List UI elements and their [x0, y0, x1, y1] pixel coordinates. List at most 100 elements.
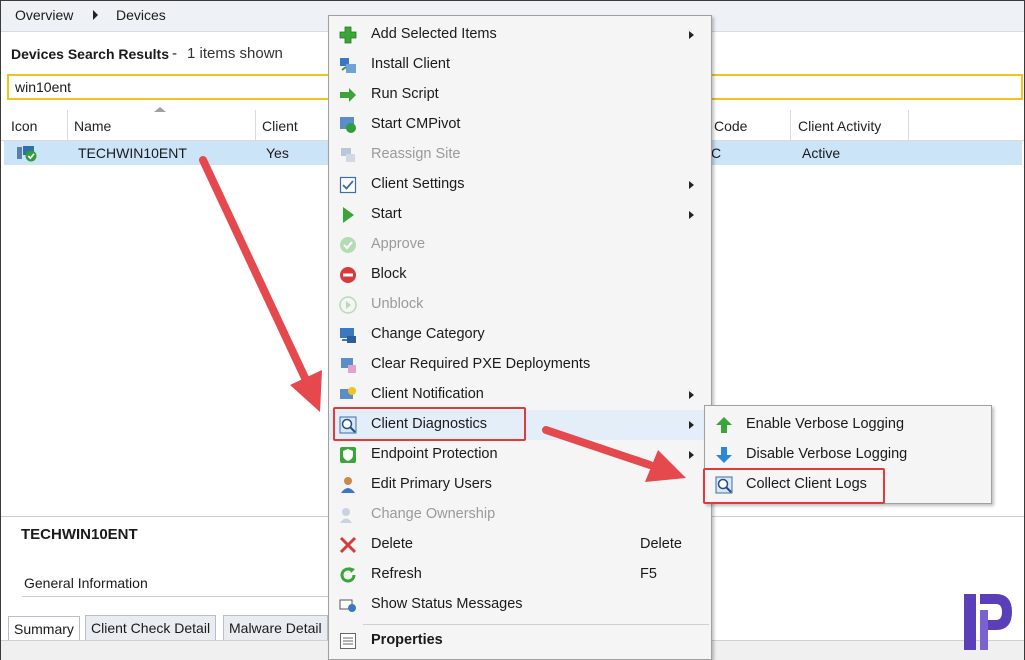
menu-item-label: Approve — [371, 236, 426, 252]
column-divider[interactable] — [255, 110, 256, 140]
delete-x-icon — [339, 536, 357, 554]
column-divider[interactable] — [790, 110, 791, 140]
breadcrumb-devices[interactable]: Devices — [116, 7, 166, 23]
properties-icon — [340, 633, 356, 649]
submenu-arrow-icon — [689, 391, 694, 399]
refresh-icon — [340, 567, 356, 583]
change-category-icon — [340, 328, 356, 343]
endpoint-protection-icon — [340, 447, 356, 463]
client-settings-icon — [339, 176, 357, 194]
cell-client: Yes — [266, 145, 289, 161]
menu-item-client-settings[interactable]: Client Settings — [329, 170, 709, 200]
results-title: Devices Search Results — [11, 46, 169, 62]
menu-item-endpoint-protection[interactable]: Endpoint Protection — [329, 440, 709, 470]
menu-item-label: Show Status Messages — [371, 596, 523, 612]
column-header-code[interactable]: Code — [714, 118, 747, 134]
submenu-arrow-icon — [689, 421, 694, 429]
menu-item-approve[interactable]: Approve — [329, 230, 709, 260]
column-header-client[interactable]: Client — [262, 118, 298, 134]
menu-item-delete[interactable]: Delete Delete — [329, 530, 709, 560]
context-menu: Add Selected Items Install Client Run Sc… — [328, 15, 712, 660]
unblock-icon — [339, 296, 357, 314]
menu-item-change-category[interactable]: Change Category — [329, 320, 709, 350]
menu-item-start-cmpivot[interactable]: Start CMPivot — [329, 110, 709, 140]
tab-client-check-detail[interactable]: Client Check Detail — [85, 615, 217, 640]
menu-shortcut: Delete — [640, 536, 682, 552]
menu-item-label: Properties — [371, 632, 443, 648]
device-client-icon — [17, 146, 37, 162]
menu-item-label: Enable Verbose Logging — [746, 416, 905, 432]
detail-title: TECHWIN10ENT — [21, 526, 138, 543]
client-notification-icon — [340, 387, 356, 399]
column-header-icon[interactable]: Icon — [11, 118, 37, 134]
menu-item-label: Disable Verbose Logging — [746, 446, 908, 462]
menu-item-label: Start CMPivot — [371, 116, 461, 132]
detail-section-heading: General Information — [24, 575, 148, 591]
tab-malware-detail[interactable]: Malware Detail — [223, 615, 328, 640]
breadcrumb-chevron-icon — [93, 10, 98, 20]
menu-item-change-ownership[interactable]: Change Ownership — [329, 500, 709, 530]
menu-item-client-notification[interactable]: Client Notification — [329, 380, 709, 410]
cell-client-activity: Active — [802, 145, 841, 161]
primary-users-icon — [341, 477, 355, 493]
column-header-client-activity[interactable]: Client Activity — [798, 118, 881, 134]
menu-item-label: Change Category — [371, 326, 485, 342]
menu-item-label: Client Notification — [371, 386, 484, 402]
submenu-arrow-icon — [689, 181, 694, 189]
menu-item-label: Block — [371, 266, 407, 282]
results-count: 1 items shown — [187, 45, 283, 62]
menu-item-label: Clear Required PXE Deployments — [371, 356, 591, 372]
submenu-item-disable-verbose-logging[interactable]: Disable Verbose Logging — [705, 440, 989, 470]
menu-item-label: Run Script — [371, 86, 439, 102]
start-play-icon — [343, 207, 354, 223]
submenu-arrow-icon — [689, 451, 694, 459]
menu-item-properties[interactable]: Properties — [329, 626, 709, 656]
column-header-name[interactable]: Name — [74, 118, 111, 134]
detail-section-line — [22, 596, 332, 597]
run-script-arrow-icon — [340, 88, 356, 102]
brand-logo — [964, 594, 1012, 650]
menu-item-refresh[interactable]: Refresh F5 — [329, 560, 709, 590]
menu-item-clear-pxe-deployments[interactable]: Clear Required PXE Deployments — [329, 350, 709, 380]
tab-summary[interactable]: Summary — [8, 616, 80, 642]
menu-item-label: Start — [371, 206, 402, 222]
highlight-box-client-diagnostics — [333, 407, 526, 441]
menu-item-show-status-messages[interactable]: Show Status Messages — [329, 590, 709, 620]
up-arrow-icon — [716, 417, 732, 433]
menu-item-add-selected-items[interactable]: Add Selected Items — [329, 20, 709, 50]
results-separator: - — [172, 45, 177, 62]
column-divider[interactable] — [67, 110, 68, 140]
menu-item-block[interactable]: Block — [329, 260, 709, 290]
menu-item-label: Client Settings — [371, 176, 465, 192]
menu-item-edit-primary-users[interactable]: Edit Primary Users — [329, 470, 709, 500]
cell-code: C — [711, 145, 722, 161]
menu-item-run-script[interactable]: Run Script — [329, 80, 709, 110]
menu-item-reassign-site[interactable]: Reassign Site — [329, 140, 709, 170]
submenu-arrow-icon — [689, 211, 694, 219]
menu-item-label: Reassign Site — [371, 146, 461, 162]
sort-ascending-icon — [154, 107, 166, 112]
menu-item-label: Refresh — [371, 566, 422, 582]
status-messages-icon — [339, 599, 356, 612]
menu-item-install-client[interactable]: Install Client — [329, 50, 709, 80]
pxe-icon — [341, 358, 356, 373]
menu-separator — [363, 624, 709, 625]
menu-item-label: Unblock — [371, 296, 424, 312]
menu-item-unblock[interactable]: Unblock — [329, 290, 709, 320]
submenu-arrow-icon — [689, 31, 694, 39]
install-client-icon — [340, 58, 356, 73]
submenu-item-enable-verbose-logging[interactable]: Enable Verbose Logging — [705, 410, 989, 440]
menu-item-start[interactable]: Start — [329, 200, 709, 230]
reassign-site-icon — [341, 148, 355, 162]
change-ownership-icon — [340, 508, 352, 523]
approve-check-icon — [340, 237, 356, 253]
breadcrumb-overview[interactable]: Overview — [15, 7, 73, 23]
block-icon — [340, 267, 356, 283]
highlight-box-collect-client-logs — [703, 468, 885, 504]
column-divider[interactable] — [908, 110, 909, 140]
menu-item-label: Add Selected Items — [371, 26, 497, 42]
menu-item-label: Endpoint Protection — [371, 446, 498, 462]
menu-item-label: Edit Primary Users — [371, 476, 492, 492]
down-arrow-icon — [716, 447, 732, 463]
cmpivot-icon — [340, 117, 356, 133]
